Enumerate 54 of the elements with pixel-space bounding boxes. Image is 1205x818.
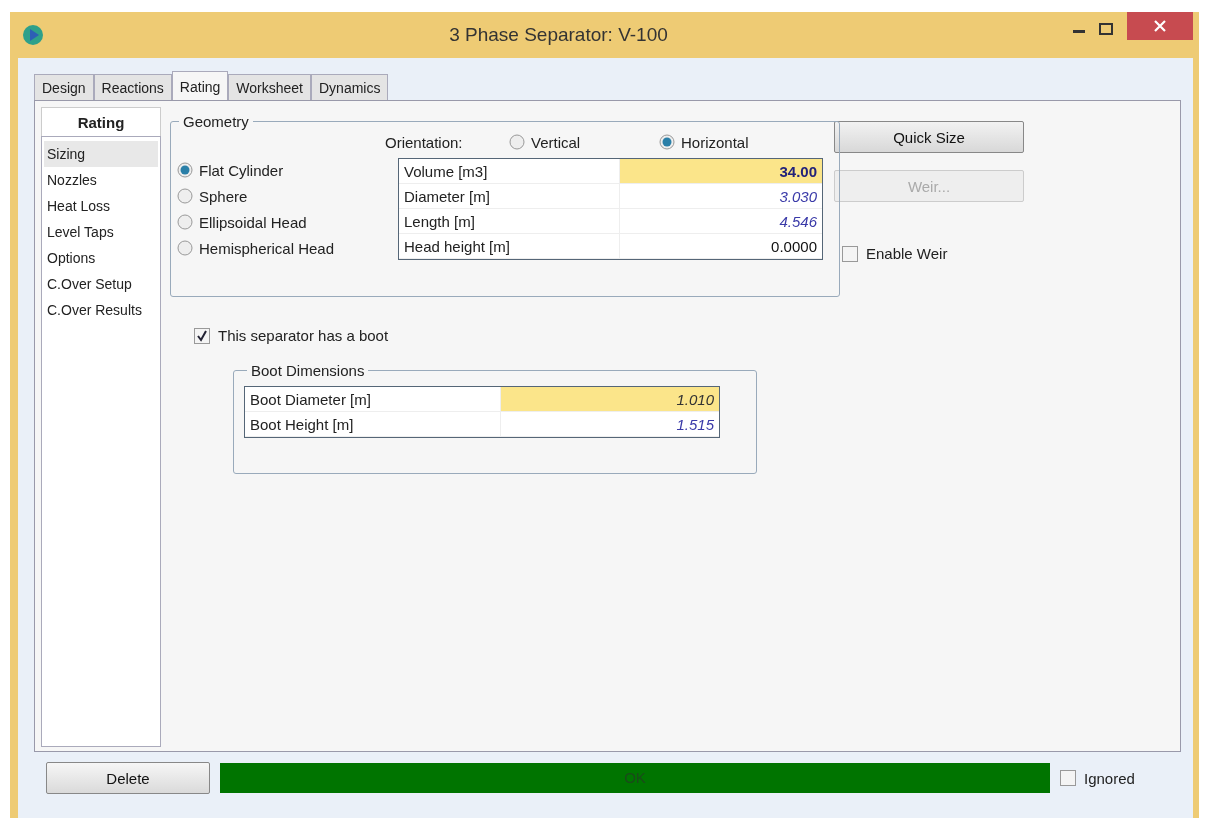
value-cell[interactable]: 4.546 bbox=[619, 209, 822, 234]
tab[interactable]: Worksheet bbox=[228, 74, 311, 100]
sidebar-item[interactable]: Sizing bbox=[44, 141, 158, 167]
tab[interactable]: Dynamics bbox=[311, 74, 389, 100]
orientation-label: Orientation: bbox=[385, 133, 464, 151]
sidebar-item[interactable]: C.Over Setup bbox=[44, 271, 158, 297]
radio-label: Ellipsoidal Head bbox=[199, 213, 307, 231]
radio-button[interactable] bbox=[177, 188, 193, 204]
radio-label: Hemispherical Head bbox=[199, 239, 335, 257]
sidebar-item[interactable]: C.Over Results bbox=[44, 297, 158, 323]
value-cell[interactable]: 1.515 bbox=[500, 412, 719, 437]
sidebar-item[interactable]: Heat Loss bbox=[44, 193, 158, 219]
sidebar-item[interactable]: Options bbox=[44, 245, 158, 271]
checkbox[interactable] bbox=[1060, 770, 1076, 786]
radio-button[interactable] bbox=[177, 240, 193, 256]
app-logo-icon bbox=[22, 24, 44, 46]
sidebar-item[interactable]: Level Taps bbox=[44, 219, 158, 245]
checkbox-label: This separator has a boot bbox=[218, 327, 389, 344]
radio-button[interactable] bbox=[177, 162, 193, 178]
radio-button[interactable] bbox=[509, 134, 525, 150]
sidebar-item[interactable]: Nozzles bbox=[44, 167, 158, 193]
radio-label: Vertical bbox=[531, 133, 581, 151]
property-label: Volume [m3] bbox=[399, 159, 619, 184]
property-label: Boot Diameter [m] bbox=[245, 387, 500, 412]
value-cell[interactable]: 0.0000 bbox=[619, 234, 822, 259]
radio-label: Flat Cylinder bbox=[199, 161, 284, 179]
window-title: 3 Phase Separator: V-100 bbox=[448, 24, 669, 46]
sidebar-title: Rating bbox=[41, 107, 161, 136]
group-title: Boot Dimensions bbox=[250, 362, 366, 379]
radio-label: Sphere bbox=[199, 187, 248, 205]
tab[interactable]: Rating bbox=[171, 71, 229, 100]
radio-label: Horizontal bbox=[681, 133, 749, 151]
property-label: Diameter [m] bbox=[399, 184, 619, 209]
maximize-icon[interactable] bbox=[1099, 23, 1113, 35]
tab[interactable]: Design bbox=[34, 74, 94, 100]
close-icon[interactable] bbox=[1154, 20, 1166, 32]
property-label: Head height [m] bbox=[399, 234, 619, 259]
checkbox-label: Enable Weir bbox=[866, 245, 948, 262]
value-cell[interactable]: 3.030 bbox=[619, 184, 822, 209]
action-button[interactable]: Quick Size bbox=[834, 121, 1024, 153]
checkbox-label: Ignored bbox=[1084, 769, 1135, 787]
close-button[interactable] bbox=[1127, 12, 1193, 40]
minimize-icon[interactable] bbox=[1073, 30, 1085, 34]
checkbox[interactable] bbox=[194, 327, 210, 344]
value-cell[interactable]: 1.010 bbox=[500, 387, 719, 412]
radio-button[interactable] bbox=[659, 134, 675, 150]
checkbox[interactable] bbox=[842, 245, 858, 262]
tab[interactable]: Reactions bbox=[93, 74, 172, 100]
property-label: Length [m] bbox=[399, 209, 619, 234]
property-label: Boot Height [m] bbox=[245, 412, 500, 437]
value-cell[interactable]: 34.00 bbox=[619, 159, 822, 184]
delete-button[interactable]: Delete bbox=[46, 762, 210, 794]
group-title: Geometry bbox=[182, 113, 250, 130]
radio-button[interactable] bbox=[177, 214, 193, 230]
